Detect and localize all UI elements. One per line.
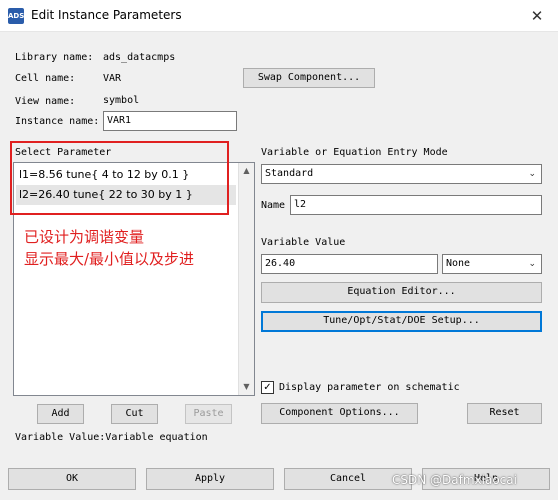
name-label: Name	[261, 200, 286, 211]
chevron-down-icon: ⌄	[528, 169, 536, 179]
annotation-highlight-box	[10, 141, 229, 215]
window-title: Edit Instance Parameters	[31, 8, 182, 22]
unit-dropdown[interactable]: None ⌄	[442, 254, 542, 274]
library-name-value: ads_datacmps	[103, 52, 176, 63]
ok-button[interactable]: OK	[8, 468, 136, 490]
display-parameter-checkbox[interactable]: ✓	[261, 381, 274, 394]
equation-editor-button[interactable]: Equation Editor...	[261, 282, 542, 303]
swap-component-button[interactable]: Swap Component...	[243, 68, 375, 88]
variable-value-label: Variable Value	[261, 237, 346, 248]
entry-mode-dropdown[interactable]: Standard ⌄	[261, 164, 542, 184]
annotation-line-2: 显示最大/最小值以及步进	[24, 250, 195, 268]
paste-button[interactable]: Paste	[185, 404, 232, 424]
watermark-text: CSDN @Dafmxiaocai	[392, 473, 517, 487]
reset-button[interactable]: Reset	[467, 403, 542, 424]
view-name-label: View name:	[15, 96, 76, 107]
app-icon: ADS	[8, 8, 24, 24]
cell-name-label: Cell name:	[15, 73, 76, 84]
name-field[interactable]: l2	[290, 195, 542, 215]
add-button[interactable]: Add	[37, 404, 84, 424]
view-name-value: symbol	[103, 95, 140, 106]
variable-value-field[interactable]: 26.40	[261, 254, 438, 274]
entry-mode-label: Variable or Equation Entry Mode	[261, 147, 448, 158]
annotation-line-1: 已设计为调谐变量	[24, 228, 145, 246]
instance-name-label: Instance name:	[15, 116, 100, 127]
component-options-button[interactable]: Component Options...	[261, 403, 418, 424]
status-text: Variable Value:Variable equation	[15, 432, 208, 443]
scroll-up-icon[interactable]: ▲	[239, 163, 254, 178]
cell-name-value: VAR	[103, 73, 122, 84]
display-parameter-label: Display parameter on schematic	[279, 382, 460, 393]
chevron-down-icon: ⌄	[528, 259, 536, 269]
library-name-label: Library name:	[15, 52, 94, 63]
instance-name-field[interactable]: VAR1	[103, 111, 237, 131]
close-icon[interactable]: ✕	[522, 4, 552, 28]
tune-opt-setup-button[interactable]: Tune/Opt/Stat/DOE Setup...	[261, 311, 542, 332]
apply-button[interactable]: Apply	[146, 468, 274, 490]
scroll-down-icon[interactable]: ▼	[239, 379, 254, 394]
cut-button[interactable]: Cut	[111, 404, 158, 424]
unit-value: None	[446, 258, 471, 269]
entry-mode-value: Standard	[265, 168, 314, 179]
list-scrollbar[interactable]: ▲ ▼	[238, 163, 254, 395]
